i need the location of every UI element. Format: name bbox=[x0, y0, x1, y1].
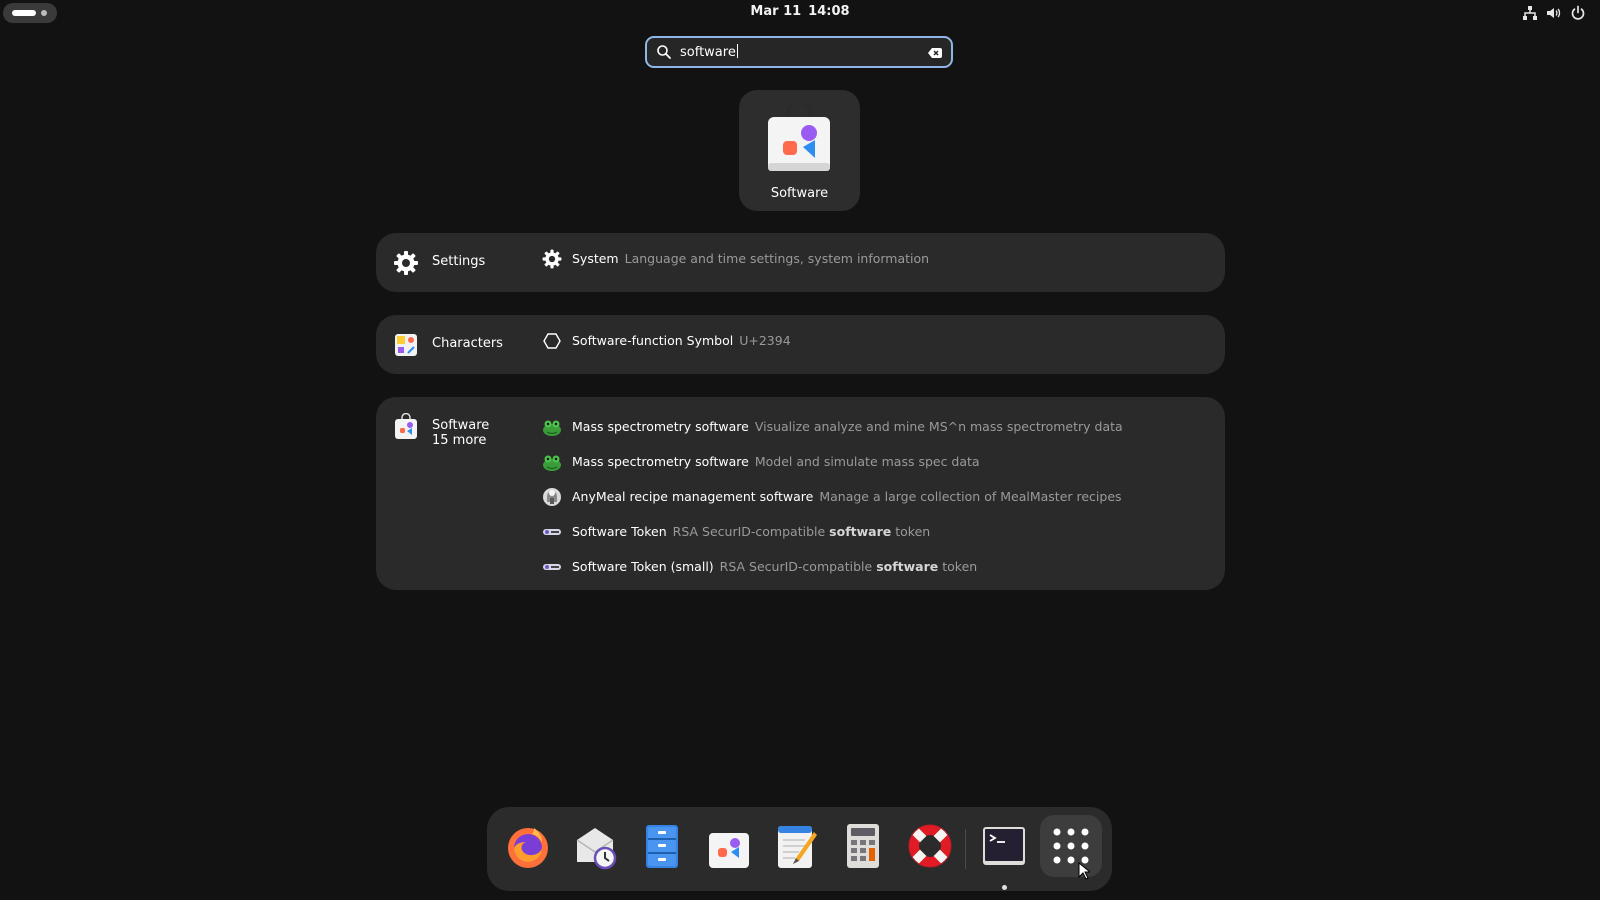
network-icon[interactable] bbox=[1522, 5, 1538, 21]
dock-software[interactable] bbox=[698, 815, 760, 877]
dock-help[interactable] bbox=[899, 815, 961, 877]
result-title: Software Token bbox=[572, 524, 667, 539]
clear-icon[interactable] bbox=[927, 45, 943, 61]
provider-software: Software 15 more Mass spectrometry softw… bbox=[376, 397, 1225, 590]
text-editor-icon bbox=[778, 826, 817, 868]
result-description: Manage a large collection of MealMaster … bbox=[819, 489, 1122, 504]
result-row[interactable]: Software Token RSA SecurID-compatible so… bbox=[541, 514, 1123, 549]
provider-results: Software-function Symbol U+2394 bbox=[541, 323, 791, 358]
result-description-text: token bbox=[942, 559, 978, 574]
result-title: Software Token (small) bbox=[572, 559, 714, 574]
search-entry[interactable]: software bbox=[645, 36, 953, 68]
running-indicator bbox=[1002, 885, 1007, 890]
green-frog-icon bbox=[543, 455, 561, 471]
result-description: RSA SecurID-compatible software token bbox=[720, 559, 978, 574]
provider-results: System Language and time settings, syste… bbox=[541, 241, 929, 276]
help-lifebuoy-icon bbox=[908, 824, 952, 868]
search-input[interactable]: software bbox=[680, 44, 738, 60]
dock-terminal[interactable] bbox=[973, 815, 1035, 890]
result-title: System bbox=[572, 251, 619, 266]
clock-time: 14:08 bbox=[808, 4, 850, 19]
app-result-label: Software bbox=[770, 186, 829, 201]
provider-title: Software bbox=[432, 418, 490, 433]
more-results-link[interactable]: 15 more bbox=[432, 433, 489, 448]
system-tray[interactable] bbox=[1522, 5, 1586, 21]
result-description: RSA SecurID-compatible software token bbox=[673, 524, 931, 539]
terminal-icon bbox=[983, 827, 1025, 865]
provider-characters-header[interactable]: Characters bbox=[392, 331, 503, 359]
dock-separator bbox=[965, 829, 966, 869]
result-description-text: token bbox=[895, 524, 931, 539]
result-row[interactable]: Mass spectrometry software Visualize ana… bbox=[541, 409, 1123, 444]
show-apps-button[interactable] bbox=[1040, 815, 1102, 877]
result-row[interactable]: System Language and time settings, syste… bbox=[541, 241, 929, 276]
mail-clock-icon bbox=[576, 828, 617, 870]
provider-name: Software 15 more bbox=[432, 418, 489, 448]
hexagon-icon bbox=[543, 332, 561, 349]
files-icon bbox=[646, 825, 678, 868]
result-description: Model and simulate mass spec data bbox=[754, 454, 980, 469]
result-title: Mass spectrometry software bbox=[572, 454, 749, 469]
result-row[interactable]: AnyMeal recipe management software Manag… bbox=[541, 479, 1123, 514]
software-app-icon bbox=[768, 103, 830, 171]
calculator-icon bbox=[847, 824, 879, 868]
result-description: Language and time settings, system infor… bbox=[624, 251, 930, 266]
result-title: Mass spectrometry software bbox=[572, 419, 749, 434]
search-icon bbox=[657, 45, 671, 59]
token-icon bbox=[543, 528, 561, 535]
provider-software-header[interactable]: Software 15 more bbox=[392, 413, 489, 448]
token-icon bbox=[543, 563, 561, 570]
clock-date: Mar 11 bbox=[750, 4, 802, 19]
search-value: software bbox=[680, 45, 736, 60]
chef-icon bbox=[543, 487, 561, 506]
dock-calculator[interactable] bbox=[832, 815, 894, 877]
volume-icon[interactable] bbox=[1546, 5, 1562, 21]
provider-results: Mass spectrometry software Visualize ana… bbox=[541, 409, 1123, 584]
app-result-software[interactable]: Software bbox=[739, 90, 860, 211]
clock[interactable]: Mar 11 14:08 bbox=[0, 4, 1600, 19]
dash bbox=[487, 807, 1112, 891]
result-description-match: software bbox=[876, 559, 939, 574]
green-frog-icon bbox=[543, 420, 561, 436]
mouse-pointer-icon bbox=[1078, 862, 1090, 880]
top-bar: Mar 11 14:08 bbox=[0, 0, 1600, 26]
firefox-icon bbox=[508, 828, 548, 868]
provider-name: Characters bbox=[432, 336, 503, 351]
provider-settings-header[interactable]: Settings bbox=[392, 249, 485, 277]
dock-firefox[interactable] bbox=[497, 815, 559, 877]
dock-files[interactable] bbox=[631, 815, 693, 877]
provider-settings: Settings System Language and time settin… bbox=[376, 233, 1225, 292]
result-title: AnyMeal recipe management software bbox=[572, 489, 814, 504]
result-description-text: RSA SecurID-compatible bbox=[719, 559, 873, 574]
text-caret bbox=[736, 44, 738, 58]
result-title: Software-function Symbol bbox=[572, 333, 734, 348]
power-icon[interactable] bbox=[1570, 5, 1586, 21]
result-row[interactable]: Software-function Symbol U+2394 bbox=[541, 323, 791, 358]
provider-characters: Characters Software-function Symbol U+23… bbox=[376, 315, 1225, 374]
result-row[interactable]: Software Token (small) RSA SecurID-compa… bbox=[541, 549, 1123, 584]
dock-text-editor[interactable] bbox=[765, 815, 827, 877]
provider-name: Settings bbox=[432, 254, 486, 269]
software-icon bbox=[709, 822, 749, 868]
result-description-text: RSA SecurID-compatible bbox=[672, 524, 826, 539]
result-description: U+2394 bbox=[739, 333, 791, 348]
software-app-icon bbox=[395, 413, 417, 439]
result-description-match: software bbox=[829, 524, 892, 539]
result-description: Visualize analyze and mine MS^n mass spe… bbox=[754, 419, 1123, 434]
characters-app-icon bbox=[395, 334, 417, 356]
gear-icon bbox=[542, 249, 562, 268]
gear-icon bbox=[394, 251, 418, 275]
dock-mail-scheduler[interactable] bbox=[564, 815, 626, 877]
result-row[interactable]: Mass spectrometry software Model and sim… bbox=[541, 444, 1123, 479]
